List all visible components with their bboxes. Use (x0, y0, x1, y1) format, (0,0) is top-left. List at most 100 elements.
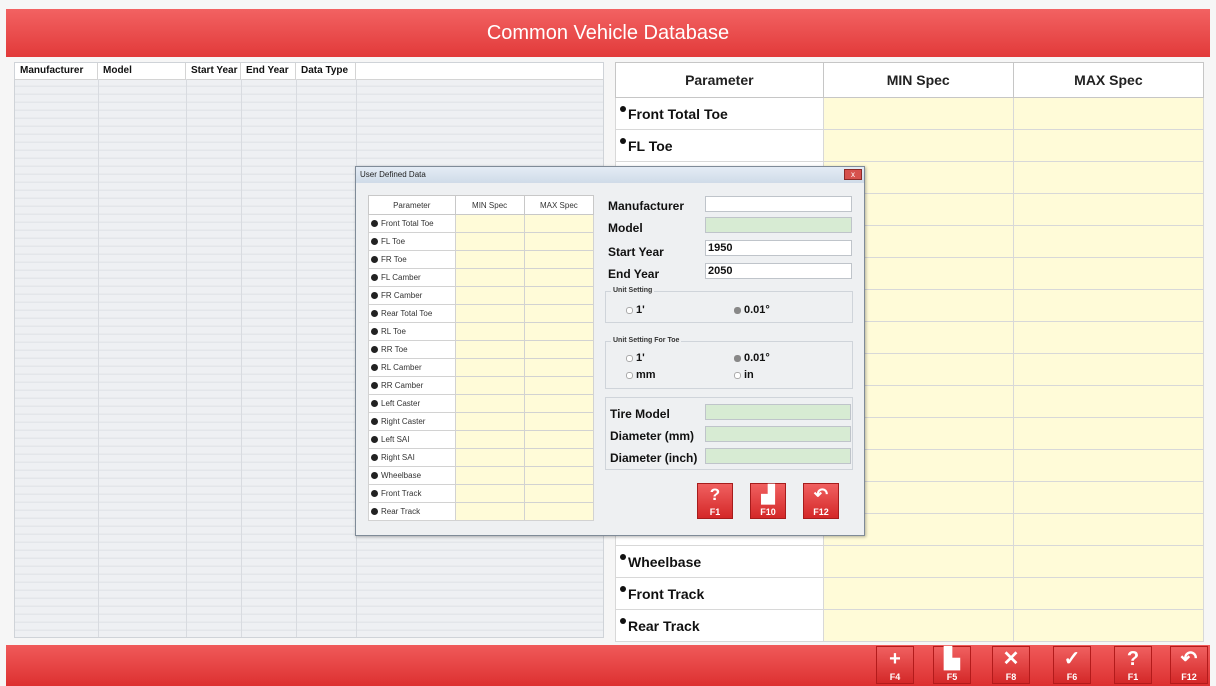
min-spec-cell[interactable] (454, 286, 525, 305)
max-spec-cell[interactable] (1012, 513, 1205, 546)
dialog-spec-row: FL Toe (368, 232, 595, 251)
column-manufacturer[interactable]: Manufacturer (15, 63, 98, 79)
tire-model-input[interactable] (705, 404, 851, 420)
max-spec-cell[interactable] (523, 286, 595, 305)
max-spec-cell[interactable] (523, 484, 595, 503)
toe-radio-in[interactable]: in (734, 369, 754, 381)
toe-radio-hundredth[interactable]: 0.01° (734, 352, 770, 364)
min-spec-cell[interactable] (454, 394, 525, 413)
dialog-parameter-label: Rear Track (381, 507, 421, 516)
min-spec-cell[interactable] (822, 577, 1014, 610)
min-spec-cell[interactable] (454, 268, 525, 287)
diameter-inch-input[interactable] (705, 448, 851, 464)
max-spec-cell[interactable] (1012, 129, 1205, 162)
max-spec-cell[interactable] (1012, 577, 1205, 610)
column-data-type[interactable]: Data Type (296, 63, 356, 79)
max-spec-cell[interactable] (523, 502, 595, 521)
model-input[interactable] (705, 217, 852, 233)
max-spec-cell[interactable] (1012, 321, 1205, 354)
start-year-input[interactable] (705, 240, 852, 256)
min-spec-cell[interactable] (822, 129, 1014, 162)
tire-model-label: Tire Model (610, 407, 670, 421)
max-spec-cell[interactable] (1012, 609, 1205, 642)
min-spec-cell[interactable] (822, 609, 1014, 642)
max-spec-cell[interactable] (523, 466, 595, 485)
max-spec-cell[interactable] (1012, 193, 1205, 226)
max-spec-cell[interactable] (523, 412, 595, 431)
max-spec-cell[interactable] (1012, 545, 1205, 578)
dialog-parameter-label: Right Caster (381, 417, 426, 426)
min-spec-cell[interactable] (454, 232, 525, 251)
delete-button[interactable]: ✕ F8 (992, 646, 1030, 684)
unit-radio-minute[interactable]: 1' (626, 304, 645, 316)
key-label: F8 (1005, 672, 1017, 682)
min-spec-cell[interactable] (454, 412, 525, 431)
max-spec-cell[interactable] (1012, 385, 1205, 418)
min-spec-cell[interactable] (454, 484, 525, 503)
edit-button[interactable]: ✓ F6 (1053, 646, 1091, 684)
max-spec-cell[interactable] (523, 250, 595, 269)
min-spec-cell[interactable] (822, 97, 1014, 130)
min-spec-cell[interactable] (454, 340, 525, 359)
min-spec-cell[interactable] (454, 376, 525, 395)
max-spec-cell[interactable] (1012, 161, 1205, 194)
unit-radio-hundredth[interactable]: 0.01° (734, 304, 770, 316)
max-spec-cell[interactable] (523, 394, 595, 413)
model-label: Model (608, 221, 643, 235)
diameter-mm-input[interactable] (705, 426, 851, 442)
toe-radio-minute[interactable]: 1' (626, 352, 645, 364)
add-button[interactable]: + F4 (876, 646, 914, 684)
max-spec-cell[interactable] (523, 430, 595, 449)
max-spec-cell[interactable] (523, 340, 595, 359)
max-spec-cell[interactable] (523, 358, 595, 377)
max-spec-cell[interactable] (1012, 97, 1205, 130)
dialog-titlebar[interactable]: User Defined Data x (356, 167, 864, 183)
max-spec-cell[interactable] (1012, 449, 1205, 482)
column-start-year[interactable]: Start Year (186, 63, 241, 79)
max-spec-cell[interactable] (523, 448, 595, 467)
column-model[interactable]: Model (98, 63, 186, 79)
manufacturer-input[interactable] (705, 196, 852, 212)
max-spec-cell[interactable] (1012, 353, 1205, 386)
max-spec-cell[interactable] (1012, 257, 1205, 290)
end-year-input[interactable] (705, 263, 852, 279)
max-spec-cell[interactable] (1012, 225, 1205, 258)
min-spec-cell[interactable] (454, 304, 525, 323)
help-button[interactable]: ? F1 (697, 483, 733, 519)
bullet-icon (371, 454, 378, 462)
window-title: Common Vehicle Database (6, 9, 1210, 57)
close-button[interactable]: x (844, 169, 862, 180)
min-spec-cell[interactable] (454, 448, 525, 467)
dialog-spec-row: Rear Total Toe (368, 304, 595, 323)
max-spec-cell[interactable] (1012, 417, 1205, 450)
return-button[interactable]: ↶ F12 (1170, 646, 1208, 684)
key-label: F1 (1127, 672, 1139, 682)
save-button[interactable]: ▟ F10 (750, 483, 786, 519)
min-spec-cell[interactable] (454, 430, 525, 449)
help-button[interactable]: ? F1 (1114, 646, 1152, 684)
min-spec-cell[interactable] (454, 214, 525, 233)
return-button[interactable]: ↶ F12 (803, 483, 839, 519)
max-spec-cell[interactable] (523, 232, 595, 251)
max-spec-cell[interactable] (523, 304, 595, 323)
dialog-parameter-label: RL Camber (381, 363, 422, 372)
min-spec-cell[interactable] (822, 545, 1014, 578)
min-spec-cell[interactable] (454, 250, 525, 269)
max-spec-cell[interactable] (523, 268, 595, 287)
dialog-spec-row: Right Caster (368, 412, 595, 431)
max-spec-cell[interactable] (1012, 481, 1205, 514)
add-document-button[interactable]: ▙ F5 (933, 646, 971, 684)
min-spec-cell[interactable] (454, 466, 525, 485)
dialog-spec-row: Front Track (368, 484, 595, 503)
min-spec-cell[interactable] (454, 358, 525, 377)
column-end-year[interactable]: End Year (241, 63, 296, 79)
max-spec-cell[interactable] (523, 322, 595, 341)
max-spec-cell[interactable] (523, 376, 595, 395)
min-spec-cell[interactable] (454, 502, 525, 521)
max-spec-cell[interactable] (523, 214, 595, 233)
toe-radio-mm[interactable]: mm (626, 369, 656, 381)
dialog-spec-row: RR Toe (368, 340, 595, 359)
min-spec-cell[interactable] (454, 322, 525, 341)
max-spec-cell[interactable] (1012, 289, 1205, 322)
diameter-inch-label: Diameter (inch) (610, 451, 698, 465)
